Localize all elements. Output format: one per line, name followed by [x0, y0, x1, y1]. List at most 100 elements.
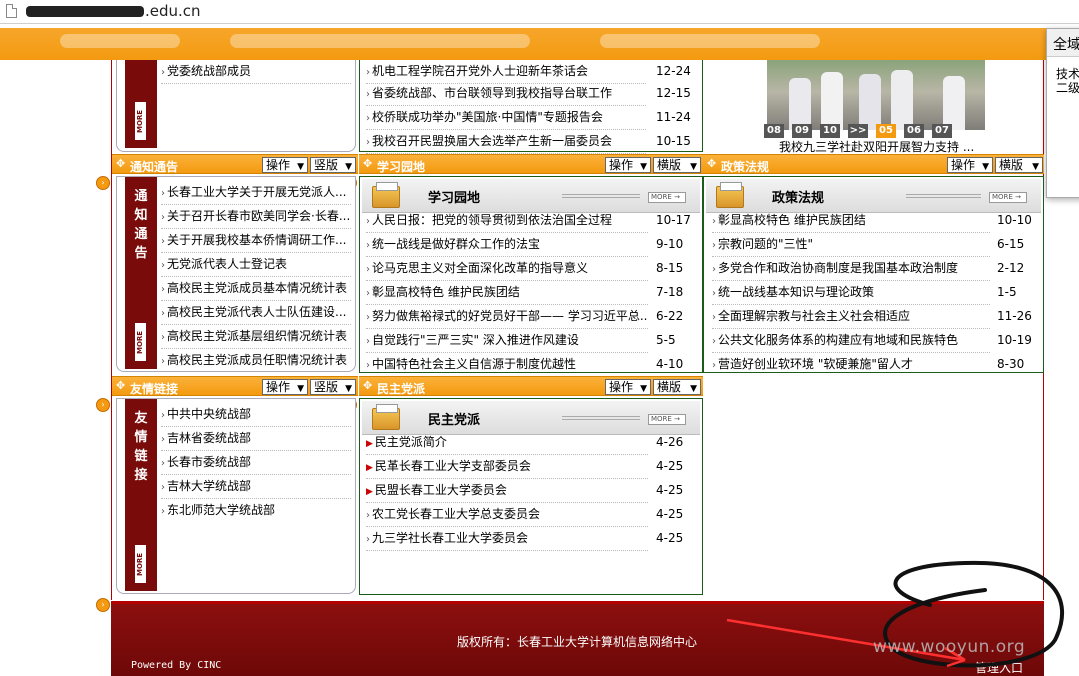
news-item[interactable]: › 机电工程学院召开党外人士迎新年茶话会	[366, 60, 646, 84]
arrow-icon: ›	[712, 216, 716, 227]
notice-item[interactable]: › 关于开展我校基本侨情调研工作...	[161, 229, 351, 253]
move-icon[interactable]: ✥	[116, 158, 127, 169]
slide-page-button[interactable]: 07	[932, 124, 952, 138]
links-more-link[interactable]: MORE	[135, 545, 146, 583]
top-left-panel: MORE › 党委统战部成员	[116, 60, 356, 152]
arrow-icon: ›	[712, 336, 716, 347]
more-link[interactable]: MORE	[135, 102, 146, 140]
move-icon[interactable]: ✥	[363, 158, 374, 169]
arrow-icon: ›	[366, 137, 370, 148]
move-icon[interactable]: ✥	[116, 380, 127, 391]
move-icon[interactable]: ✥	[363, 380, 374, 391]
notice-item[interactable]: › 高校民主党派代表人士队伍建设...	[161, 301, 351, 325]
slide-next-button[interactable]: >>	[848, 124, 868, 138]
folder-icon	[372, 182, 400, 208]
slideshow-photo[interactable]	[767, 60, 985, 130]
study-subheader: 学习园地 MORE →	[362, 179, 700, 213]
vertical-layout-dropdown[interactable]: 竖版 ▼	[310, 379, 356, 395]
operate-dropdown[interactable]: 操作 ▼	[262, 379, 308, 395]
policy-date: 11-26	[997, 309, 1032, 323]
notice-item[interactable]: › 高校民主党派基层组织情况统计表	[161, 325, 351, 349]
horizontal-layout-dropdown[interactable]: 横版 ▼	[995, 157, 1043, 173]
arrow-icon: ›	[161, 188, 165, 199]
hand-drawn-annotation	[726, 560, 1065, 668]
party-item[interactable]: › 九三学社长春工业大学委员会	[366, 527, 648, 551]
links-section-bar: ✥ 友情链接 操作 ▼ 竖版 ▼	[112, 376, 358, 396]
link-item[interactable]: › 中共中央统战部	[161, 403, 351, 427]
policy-more-button[interactable]: MORE →	[989, 192, 1027, 203]
dropdown-arrow-icon: ▼	[345, 162, 352, 172]
study-item[interactable]: › 论马克思主义对全面深化改革的指导意义	[366, 257, 648, 281]
study-item[interactable]: › 中国特色社会主义自信源于制度优越性	[366, 353, 648, 373]
study-item[interactable]: › 彰显高校特色 维护民族团结	[366, 281, 648, 305]
party-item[interactable]: ▶ 民主党派简介	[366, 431, 648, 455]
vertical-layout-dropdown[interactable]: 竖版 ▼	[310, 157, 356, 173]
slide-page-button[interactable]: 09	[792, 124, 812, 138]
notice-section-bar: ✥ 通知通告 操作 ▼ 竖版 ▼	[112, 154, 358, 174]
study-item[interactable]: › 统一战线是做好群众工作的法宝	[366, 233, 648, 257]
notice-more-link[interactable]: MORE	[135, 323, 146, 361]
arrow-icon: ›	[161, 410, 165, 421]
party-item[interactable]: ▶ 民盟长春工业大学委员会	[366, 479, 648, 503]
link-item[interactable]: › 吉林大学统战部	[161, 475, 351, 499]
dropdown-arrow-icon: ▼	[297, 162, 304, 172]
operate-dropdown[interactable]: 操作 ▼	[947, 157, 993, 173]
notice-item[interactable]: › 关于召开长春市欧美同学会·长春...	[161, 205, 351, 229]
arrow-icon: ›	[161, 308, 165, 319]
side-popup: 全域 技术 二级	[1046, 28, 1079, 198]
policy-item[interactable]: › 宗教问题的"三性"	[712, 233, 990, 257]
arrow-icon: ›	[161, 284, 165, 295]
address-bar[interactable]: .edu.cn	[0, 0, 1079, 24]
red-arrow-icon: ▶	[366, 487, 373, 497]
party-item[interactable]: ▶ 民革长春工业大学支部委员会	[366, 455, 648, 479]
parties-heading: 民主党派	[428, 413, 481, 428]
slide-page-button-active[interactable]: 05	[876, 124, 896, 138]
policy-item[interactable]: › 彰显高校特色 维护民族团结	[712, 209, 990, 233]
operate-dropdown[interactable]: 操作 ▼	[262, 157, 308, 173]
powered-by-text: Powered By CINC	[131, 660, 222, 671]
parties-more-button[interactable]: MORE →	[648, 414, 686, 425]
study-item[interactable]: › 自觉践行"三严三实" 深入推进作风建设	[366, 329, 648, 353]
notice-item[interactable]: › 高校民主党派成员基本情况统计表	[161, 277, 351, 301]
study-date: 9-10	[656, 237, 684, 251]
policy-date: 8-30	[997, 357, 1025, 371]
policy-item[interactable]: › 公共文化服务体系的构建应有地域和民族特色	[712, 329, 990, 353]
notice-item[interactable]: › 长春工业大学关于开展无党派人...	[161, 181, 351, 205]
horizontal-layout-dropdown[interactable]: 横版 ▼	[653, 157, 701, 173]
study-item[interactable]: › 努力做焦裕禄式的好党员好干部—— 学习习近平总...	[366, 305, 648, 329]
party-date: 4-25	[656, 459, 684, 473]
policy-date: 10-10	[997, 213, 1032, 227]
policy-item[interactable]: › 营造好创业软环境 "软硬兼施"留人才	[712, 353, 990, 373]
news-item[interactable]: › 校侨联成功举办"美国旅·中国情"专题报告会	[366, 106, 646, 130]
notice-vertical-tab: 通知通告 MORE	[125, 177, 157, 369]
slideshow-caption[interactable]: 我校九三学社赴双阳开展智力支持 ...	[779, 138, 974, 155]
policy-date: 2-12	[997, 261, 1025, 275]
notice-item[interactable]: › 高校民主党派成员任职情况统计表	[161, 349, 351, 373]
link-item[interactable]: › 长春市委统战部	[161, 451, 351, 475]
policy-item[interactable]: › 多党合作和政治协商制度是我国基本政治制度	[712, 257, 990, 281]
red-arrow-icon: ▶	[366, 439, 373, 449]
slide-page-button[interactable]: 10	[820, 124, 840, 138]
orange-bullet-icon: ›	[96, 398, 110, 412]
operate-dropdown[interactable]: 操作 ▼	[605, 157, 651, 173]
slide-page-button[interactable]: 08	[764, 124, 784, 138]
horizontal-layout-dropdown[interactable]: 横版 ▼	[653, 379, 701, 395]
party-item[interactable]: › 农工党长春工业大学总支委员会	[366, 503, 648, 527]
list-item[interactable]: › 党委统战部成员	[161, 60, 351, 84]
arrow-icon: ›	[712, 264, 716, 275]
news-item[interactable]: › 省委统战部、市台联领导到我校指导台联工作	[366, 82, 646, 106]
study-more-button[interactable]: MORE →	[648, 192, 686, 203]
slide-page-button[interactable]: 06	[904, 124, 924, 138]
link-item[interactable]: › 吉林省委统战部	[161, 427, 351, 451]
move-icon[interactable]: ✥	[707, 158, 718, 169]
study-item[interactable]: › 人民日报：把党的领导贯彻到依法治国全过程	[366, 209, 648, 233]
policy-item[interactable]: › 统一战线基本知识与理论政策	[712, 281, 990, 305]
url-text[interactable]: .edu.cn	[26, 2, 201, 20]
arrow-icon: ›	[366, 216, 370, 227]
operate-dropdown[interactable]: 操作 ▼	[605, 379, 651, 395]
news-item[interactable]: › 我校召开民盟换届大会选举产生新一届委员会	[366, 130, 646, 154]
link-item[interactable]: › 东北师范大学统战部	[161, 499, 351, 523]
arrow-icon: ›	[161, 458, 165, 469]
notice-item[interactable]: › 无党派代表人士登记表	[161, 253, 351, 277]
policy-item[interactable]: › 全面理解宗教与社会主义社会相适应	[712, 305, 990, 329]
